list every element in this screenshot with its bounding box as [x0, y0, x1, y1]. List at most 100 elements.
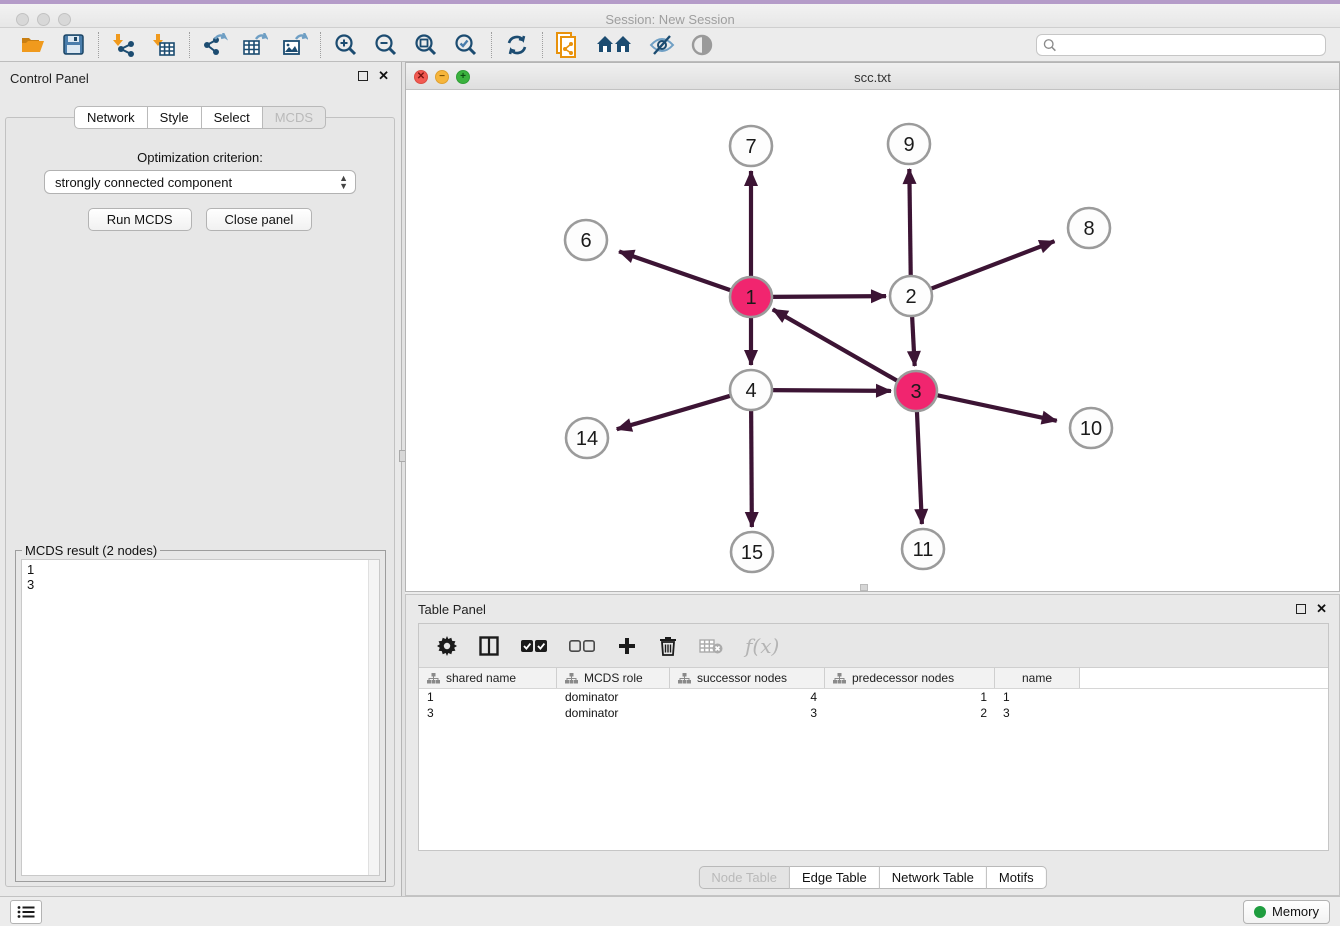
- zoom-in-icon[interactable]: [333, 32, 359, 58]
- graph-node-1[interactable]: 1: [730, 277, 772, 317]
- graph-edge-1-6[interactable]: [619, 251, 733, 291]
- hide-selected-icon[interactable]: [649, 32, 675, 58]
- control-panel-title: Control Panel: [10, 71, 89, 86]
- control-panel: Control Panel ✕ Network Style Select MCD…: [0, 62, 401, 896]
- graph-node-10[interactable]: 10: [1070, 408, 1112, 448]
- criterion-dropdown[interactable]: strongly connected component ▲▼: [44, 170, 356, 194]
- close-table-panel-icon[interactable]: ✕: [1316, 604, 1327, 614]
- function-builder-icon: f(x): [745, 634, 779, 658]
- mcds-result-text[interactable]: 1 3: [21, 559, 380, 876]
- search-field[interactable]: [1056, 38, 1319, 52]
- graph-edge-1-2[interactable]: [770, 296, 886, 297]
- export-image-icon[interactable]: [282, 32, 308, 58]
- column-predecessor-nodes[interactable]: predecessor nodes: [825, 668, 995, 688]
- run-mcds-button[interactable]: Run MCDS: [88, 208, 192, 231]
- deselect-all-icon[interactable]: [569, 639, 595, 653]
- graph-edge-3-1[interactable]: [773, 309, 900, 382]
- graph-edge-2-8[interactable]: [929, 241, 1055, 289]
- close-panel-icon[interactable]: ✕: [378, 71, 389, 81]
- add-column-icon[interactable]: [617, 636, 637, 656]
- column-mcds-role[interactable]: MCDS role: [557, 668, 670, 688]
- graph-node-15[interactable]: 15: [731, 532, 773, 572]
- graph-edge-2-3[interactable]: [912, 314, 915, 366]
- node-table-container: f(x) shared name MCDS role successor nod…: [418, 623, 1329, 851]
- table-panel: Table Panel ✕: [405, 594, 1340, 896]
- mcds-result-title: MCDS result (2 nodes): [22, 543, 160, 558]
- float-panel-icon[interactable]: [358, 71, 368, 81]
- graph-node-9[interactable]: 9: [888, 124, 930, 164]
- tab-edge-table[interactable]: Edge Table: [790, 866, 880, 889]
- delete-column-icon[interactable]: [659, 636, 677, 656]
- close-panel-button[interactable]: Close panel: [206, 208, 313, 231]
- graph-edge-3-10[interactable]: [935, 395, 1057, 421]
- zoom-selected-icon[interactable]: [453, 32, 479, 58]
- network-view-window: ✕ − + scc.txt 7 9 6 8 1 2 4 3 14 10 15 11: [405, 62, 1340, 592]
- status-bar: Memory: [0, 896, 1340, 926]
- network-canvas[interactable]: 7 9 6 8 1 2 4 3 14 10 15 11: [406, 90, 1339, 591]
- graph-edge-4-3[interactable]: [770, 390, 891, 391]
- graph-edge-2-9[interactable]: [909, 169, 910, 278]
- result-scrollbar[interactable]: [368, 560, 379, 875]
- graph-node-2[interactable]: 2: [890, 276, 932, 316]
- show-all-icon[interactable]: [689, 32, 715, 58]
- column-successor-nodes[interactable]: successor nodes: [670, 668, 825, 688]
- float-table-panel-icon[interactable]: [1296, 604, 1306, 614]
- main-toolbar: [0, 28, 1340, 62]
- table-tabs: Node Table Edge Table Network Table Moti…: [698, 866, 1046, 889]
- select-all-icon[interactable]: [521, 639, 547, 653]
- graph-node-label: 1: [745, 287, 756, 309]
- graph-node-3[interactable]: 3: [895, 371, 937, 411]
- graph-edge-3-11[interactable]: [917, 409, 922, 524]
- network-graph[interactable]: 7 9 6 8 1 2 4 3 14 10 15 11: [406, 90, 1339, 591]
- graph-node-14[interactable]: 14: [566, 418, 608, 458]
- open-session-icon[interactable]: [20, 32, 46, 58]
- tab-style[interactable]: Style: [148, 106, 202, 129]
- app-window: Session: New Session: [0, 0, 1340, 926]
- graph-node-8[interactable]: 8: [1068, 208, 1110, 248]
- column-shared-name[interactable]: shared name: [419, 668, 557, 688]
- split-panel-icon[interactable]: [479, 636, 499, 656]
- graph-node-6[interactable]: 6: [565, 220, 607, 260]
- search-icon: [1043, 38, 1056, 52]
- export-network-icon[interactable]: [202, 32, 228, 58]
- tab-network[interactable]: Network: [74, 106, 148, 129]
- memory-label: Memory: [1272, 904, 1319, 919]
- tab-network-table[interactable]: Network Table: [880, 866, 987, 889]
- tab-mcds[interactable]: MCDS: [263, 106, 326, 129]
- tab-motifs[interactable]: Motifs: [987, 866, 1047, 889]
- network-resize-grip[interactable]: [860, 584, 868, 591]
- table-settings-icon[interactable]: [437, 636, 457, 656]
- graph-node-label: 11: [913, 539, 934, 561]
- graph-edge-4-14[interactable]: [617, 395, 733, 429]
- control-panel-controls: ✕: [358, 71, 389, 81]
- memory-button[interactable]: Memory: [1243, 900, 1330, 924]
- tab-select[interactable]: Select: [202, 106, 263, 129]
- first-neighbors-icon[interactable]: [595, 32, 635, 58]
- export-table-icon[interactable]: [242, 32, 268, 58]
- graph-node-7[interactable]: 7: [730, 126, 772, 166]
- network-title: scc.txt: [406, 70, 1339, 85]
- graph-node-4[interactable]: 4: [730, 370, 772, 410]
- delete-table-icon[interactable]: [699, 638, 723, 654]
- task-history-button[interactable]: [10, 900, 42, 924]
- clone-network-icon[interactable]: [555, 32, 581, 58]
- table-row[interactable]: 1 dominator 4 1 1: [419, 690, 1328, 706]
- graph-edge-4-15[interactable]: [751, 408, 752, 527]
- zoom-fit-icon[interactable]: [413, 32, 439, 58]
- graph-node-label: 9: [903, 134, 914, 156]
- graph-node-label: 6: [580, 230, 591, 252]
- graph-node-11[interactable]: 11: [902, 529, 944, 569]
- control-panel-tabs: Network Style Select MCDS: [74, 106, 326, 129]
- table-column-headers: shared name MCDS role successor nodes pr…: [419, 668, 1328, 689]
- import-network-icon[interactable]: [111, 32, 137, 58]
- zoom-out-icon[interactable]: [373, 32, 399, 58]
- column-name[interactable]: name: [995, 668, 1080, 688]
- search-input[interactable]: [1036, 34, 1326, 56]
- tab-node-table[interactable]: Node Table: [698, 866, 790, 889]
- save-session-icon[interactable]: [60, 32, 86, 58]
- optimization-criterion-label: Optimization criterion:: [6, 150, 394, 165]
- table-row[interactable]: 3 dominator 3 2 3: [419, 706, 1328, 722]
- refresh-layout-icon[interactable]: [504, 32, 530, 58]
- import-table-icon[interactable]: [151, 32, 177, 58]
- network-window-titlebar: ✕ − + scc.txt: [406, 63, 1339, 90]
